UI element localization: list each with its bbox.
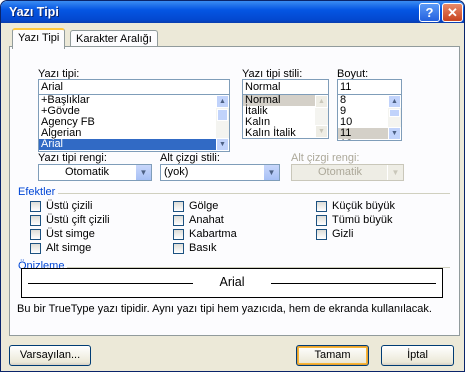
scroll-down-icon[interactable]: ▼ xyxy=(315,125,328,138)
chevron-down-icon: ▼ xyxy=(387,165,403,180)
font-list-scrollbar[interactable]: ▲ ▼ xyxy=(216,95,229,151)
checkbox-icon[interactable] xyxy=(173,214,184,226)
effect-checkbox[interactable]: Tümü büyük xyxy=(316,214,393,226)
underline-color-label: Alt çizgi rengi: xyxy=(291,152,360,164)
tab-character-spacing-label: Karakter Aralığı xyxy=(76,33,152,45)
effect-label: Basık xyxy=(189,242,217,254)
close-button[interactable]: ✕ xyxy=(442,3,463,22)
tab-font-label: Yazı Tipi xyxy=(18,32,60,44)
checkbox-icon[interactable] xyxy=(30,228,41,240)
font-dialog: Yazı Tipi ? ✕ Yazı Tipi Karakter Aralığı… xyxy=(0,0,465,372)
effect-checkbox[interactable]: Üstü çizili xyxy=(30,200,92,212)
scroll-up-icon[interactable]: ▲ xyxy=(315,95,328,108)
underline-style-value: (yok) xyxy=(164,166,189,178)
effect-label: Anahat xyxy=(189,214,224,226)
checkbox-icon[interactable] xyxy=(30,200,41,212)
effect-checkbox[interactable]: Gizli xyxy=(316,228,353,240)
chevron-down-icon[interactable]: ▼ xyxy=(135,165,151,180)
font-name-list[interactable]: +Başlıklar +Gövde Agency FB Algerian Arial ▲… xyxy=(38,94,230,152)
effect-label: Üst simge xyxy=(46,228,95,240)
effect-checkbox[interactable]: Gölge xyxy=(173,200,218,212)
effect-checkbox[interactable]: Küçük büyük xyxy=(316,200,395,212)
chevron-down-icon[interactable]: ▼ xyxy=(263,165,279,180)
title-bar: Yazı Tipi ? ✕ xyxy=(1,1,464,23)
checkbox-icon[interactable] xyxy=(316,228,327,240)
help-icon: ? xyxy=(425,5,434,20)
tab-font[interactable]: Yazı Tipi xyxy=(12,28,66,49)
font-color-label: Yazı tipi rengi: xyxy=(38,152,107,164)
scroll-up-icon[interactable]: ▲ xyxy=(216,95,229,108)
effect-label: Küçük büyük xyxy=(332,200,395,212)
checkbox-icon[interactable] xyxy=(173,228,184,240)
effect-checkbox[interactable]: Alt simge xyxy=(30,242,91,254)
underline-color-value: Otomatik xyxy=(318,166,363,178)
scroll-up-icon[interactable]: ▲ xyxy=(388,95,401,108)
tab-character-spacing[interactable]: Karakter Aralığı xyxy=(70,30,158,47)
underline-color-select: Otomatik ▼ xyxy=(291,164,404,181)
font-style-list[interactable]: Normal İtalik Kalın Kalın İtalik ▲ ▼ xyxy=(242,94,329,139)
checkbox-icon[interactable] xyxy=(173,242,184,254)
scroll-thumb[interactable] xyxy=(217,109,228,121)
underline-style-label: Alt çizgi stili: xyxy=(160,152,220,164)
preview-box: Arial xyxy=(21,268,443,298)
scroll-thumb[interactable] xyxy=(389,109,400,117)
dialog-title: Yazı Tipi xyxy=(9,5,59,19)
effect-checkbox[interactable]: Üstü çift çizili xyxy=(30,214,110,226)
effects-title: Efektler xyxy=(18,186,59,198)
effect-label: Üstü çift çizili xyxy=(46,214,110,226)
effect-label: Tümü büyük xyxy=(332,214,393,226)
close-icon: ✕ xyxy=(447,5,458,20)
effect-label: Gölge xyxy=(189,200,219,212)
effect-checkbox[interactable]: Kabartma xyxy=(173,228,237,240)
font-color-value: Otomatik xyxy=(65,166,110,178)
effects-divider xyxy=(18,193,450,194)
checkbox-icon[interactable] xyxy=(316,200,327,212)
effect-checkbox[interactable]: Basık xyxy=(173,242,217,254)
checkbox-icon[interactable] xyxy=(30,242,41,254)
font-size-list[interactable]: 89101112 ▲ ▼ xyxy=(337,94,402,141)
effect-checkbox[interactable]: Üst simge xyxy=(30,228,95,240)
cancel-button[interactable]: İptal xyxy=(381,345,454,366)
style-list-scrollbar[interactable]: ▲ ▼ xyxy=(315,95,328,138)
size-list-scrollbar[interactable]: ▲ ▼ xyxy=(388,95,401,140)
font-list-item[interactable]: Arial xyxy=(39,139,229,150)
preview-sample-text: Arial xyxy=(219,275,245,289)
effect-label: Kabartma xyxy=(189,228,237,240)
ok-button[interactable]: Tamam xyxy=(296,345,369,366)
scroll-down-icon[interactable]: ▼ xyxy=(216,138,229,151)
effect-checkbox[interactable]: Anahat xyxy=(173,214,224,226)
effect-label: Üstü çizili xyxy=(46,200,93,212)
defaults-button[interactable]: Varsayılan... xyxy=(9,345,91,366)
underline-style-select[interactable]: (yok) ▼ xyxy=(160,164,280,181)
font-color-select[interactable]: Otomatik ▼ xyxy=(38,164,152,181)
scroll-down-icon[interactable]: ▼ xyxy=(388,127,401,140)
effect-label: Alt simge xyxy=(46,242,92,254)
preview-description: Bu bir TrueType yazı tipidir. Aynı yazı … xyxy=(17,303,432,315)
checkbox-icon[interactable] xyxy=(173,200,184,212)
checkbox-icon[interactable] xyxy=(30,214,41,226)
help-button[interactable]: ? xyxy=(419,3,440,22)
effect-label: Gizli xyxy=(332,228,354,240)
checkbox-icon[interactable] xyxy=(316,214,327,226)
font-list-item[interactable]: Algerian xyxy=(39,128,229,139)
